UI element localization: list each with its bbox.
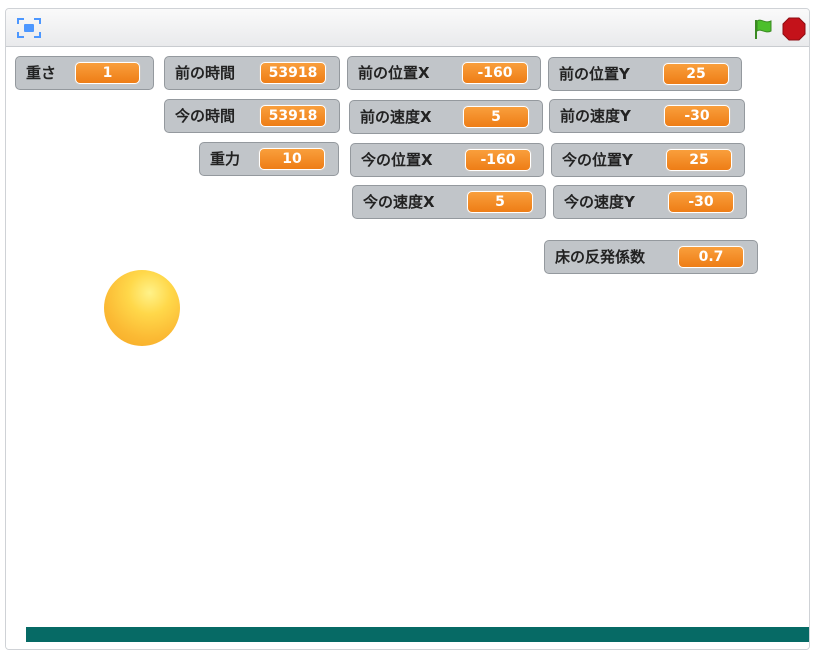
floor-sprite[interactable]: [26, 627, 809, 642]
monitor-restitution: 床の反発係数 0.7: [544, 240, 758, 274]
monitor-value: -160: [462, 62, 528, 84]
monitor-value: -160: [465, 149, 531, 171]
ball-sprite[interactable]: [104, 270, 180, 346]
monitor-value: 25: [663, 63, 729, 85]
monitor-value: 10: [259, 148, 325, 170]
stage-window: 重さ 1 前の時間 53918 前の位置X -160 前の位置Y 25 今の時間…: [5, 8, 810, 650]
monitor-value: 53918: [260, 62, 326, 84]
monitor-weight: 重さ 1: [15, 56, 154, 90]
monitor-value: -30: [668, 191, 734, 213]
monitor-label: 前の速度X: [360, 108, 432, 126]
monitor-label: 前の位置X: [358, 64, 430, 82]
monitor-prev-vel-y: 前の速度Y -30: [549, 99, 745, 133]
monitor-label: 今の速度Y: [564, 193, 635, 211]
stop-sign-icon[interactable]: [782, 17, 806, 41]
monitor-value: 53918: [260, 105, 326, 127]
monitor-now-vel-y: 今の速度Y -30: [553, 185, 747, 219]
monitor-now-time: 今の時間 53918: [164, 99, 340, 133]
monitor-label: 床の反発係数: [555, 248, 646, 266]
monitor-label: 今の速度X: [363, 193, 435, 211]
monitor-value: 5: [467, 191, 533, 213]
monitor-now-pos-x: 今の位置X -160: [350, 143, 544, 177]
monitor-value: 1: [75, 62, 140, 84]
stage-canvas[interactable]: 重さ 1 前の時間 53918 前の位置X -160 前の位置Y 25 今の時間…: [6, 47, 809, 649]
monitor-value: 25: [666, 149, 732, 171]
monitor-label: 前の速度Y: [560, 107, 631, 125]
monitor-prev-pos-y: 前の位置Y 25: [548, 57, 742, 91]
monitor-value: 0.7: [678, 246, 744, 268]
monitor-prev-pos-x: 前の位置X -160: [347, 56, 541, 90]
monitor-now-vel-x: 今の速度X 5: [352, 185, 546, 219]
monitor-now-pos-y: 今の位置Y 25: [551, 143, 745, 177]
monitor-prev-vel-x: 前の速度X 5: [349, 100, 543, 134]
monitor-label: 今の位置X: [361, 151, 433, 169]
monitor-label: 重さ: [26, 64, 57, 82]
monitor-label: 重力: [210, 150, 241, 168]
monitor-value: 5: [463, 106, 529, 128]
stage-toolbar: [6, 9, 809, 47]
monitor-label: 前の位置Y: [559, 65, 630, 83]
monitor-label: 今の位置Y: [562, 151, 633, 169]
monitor-label: 前の時間: [175, 64, 236, 82]
monitor-label: 今の時間: [175, 107, 236, 125]
monitor-value: -30: [664, 105, 730, 127]
fullscreen-icon[interactable]: [16, 17, 42, 39]
monitor-prev-time: 前の時間 53918: [164, 56, 340, 90]
green-flag-icon[interactable]: [751, 17, 775, 41]
monitor-gravity: 重力 10: [199, 142, 339, 176]
